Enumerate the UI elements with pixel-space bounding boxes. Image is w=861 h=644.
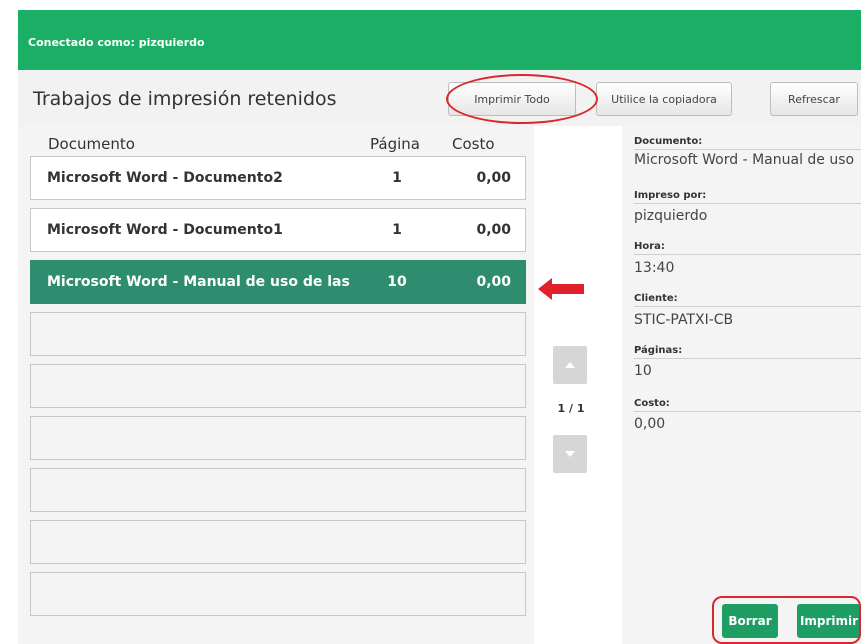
- refresh-button[interactable]: Refrescar: [770, 82, 858, 116]
- row-cost: 0,00: [476, 222, 511, 238]
- empty-row: [30, 572, 526, 616]
- row-document: Microsoft Word - Documento1: [47, 222, 283, 238]
- detail-pages-value: 10: [634, 363, 652, 379]
- row-pages: 1: [392, 222, 402, 238]
- print-all-button[interactable]: Imprimir Todo: [448, 82, 576, 116]
- top-bar: Conectado como: pizquierdo: [18, 10, 861, 70]
- row-pages: 10: [387, 274, 407, 290]
- delete-button[interactable]: Borrar: [722, 604, 778, 638]
- detail-document-label: Documento:: [634, 136, 861, 150]
- triangle-down-icon: [565, 451, 575, 457]
- empty-row: [30, 312, 526, 356]
- detail-printed-by-label: Impreso por:: [634, 190, 861, 204]
- detail-printed-by-value: pizquierdo: [634, 208, 708, 224]
- column-header-pages: Página: [370, 135, 420, 153]
- red-arrow-annotation: [538, 278, 584, 300]
- detail-cost-value: 0,00: [634, 416, 666, 432]
- jobs-header: Trabajos de impresión retenidos Imprimir…: [18, 70, 861, 126]
- column-header-document: Documento: [48, 135, 135, 153]
- detail-time-value: 13:40: [634, 260, 675, 276]
- held-jobs-table: Documento Página Costo Microsoft Word - …: [18, 126, 534, 644]
- detail-time-label: Hora:: [634, 241, 861, 255]
- table-row[interactable]: Microsoft Word - Documento2 1 0,00: [30, 156, 526, 200]
- detail-document-value: Microsoft Word - Manual de uso: [634, 152, 855, 168]
- page-down-button[interactable]: [553, 435, 587, 473]
- table-row[interactable]: Microsoft Word - Documento1 1 0,00: [30, 208, 526, 252]
- page-title: Trabajos de impresión retenidos: [33, 88, 337, 110]
- detail-client-value: STIC-PATXI-CB: [634, 312, 734, 328]
- row-document: Microsoft Word - Documento2: [47, 170, 283, 186]
- empty-row: [30, 416, 526, 460]
- connected-user-label: Conectado como: pizquierdo: [28, 36, 205, 49]
- page-indicator: 1 / 1: [557, 402, 585, 415]
- row-document: Microsoft Word - Manual de uso de las: [47, 274, 350, 290]
- empty-row: [30, 520, 526, 564]
- row-cost: 0,00: [476, 274, 511, 290]
- table-row-selected[interactable]: Microsoft Word - Manual de uso de las 10…: [30, 260, 526, 304]
- triangle-up-icon: [565, 362, 575, 368]
- use-copier-button[interactable]: Utilice la copiadora: [596, 82, 732, 116]
- row-pages: 1: [392, 170, 402, 186]
- detail-cost-label: Costo:: [634, 398, 861, 412]
- detail-pages-label: Páginas:: [634, 345, 861, 359]
- print-button[interactable]: Imprimir: [797, 604, 861, 638]
- page-up-button[interactable]: [553, 346, 587, 384]
- job-details-panel: Documento: Microsoft Word - Manual de us…: [622, 126, 861, 644]
- empty-row: [30, 468, 526, 512]
- empty-row: [30, 364, 526, 408]
- row-cost: 0,00: [476, 170, 511, 186]
- column-header-cost: Costo: [452, 135, 495, 153]
- detail-client-label: Cliente:: [634, 293, 861, 307]
